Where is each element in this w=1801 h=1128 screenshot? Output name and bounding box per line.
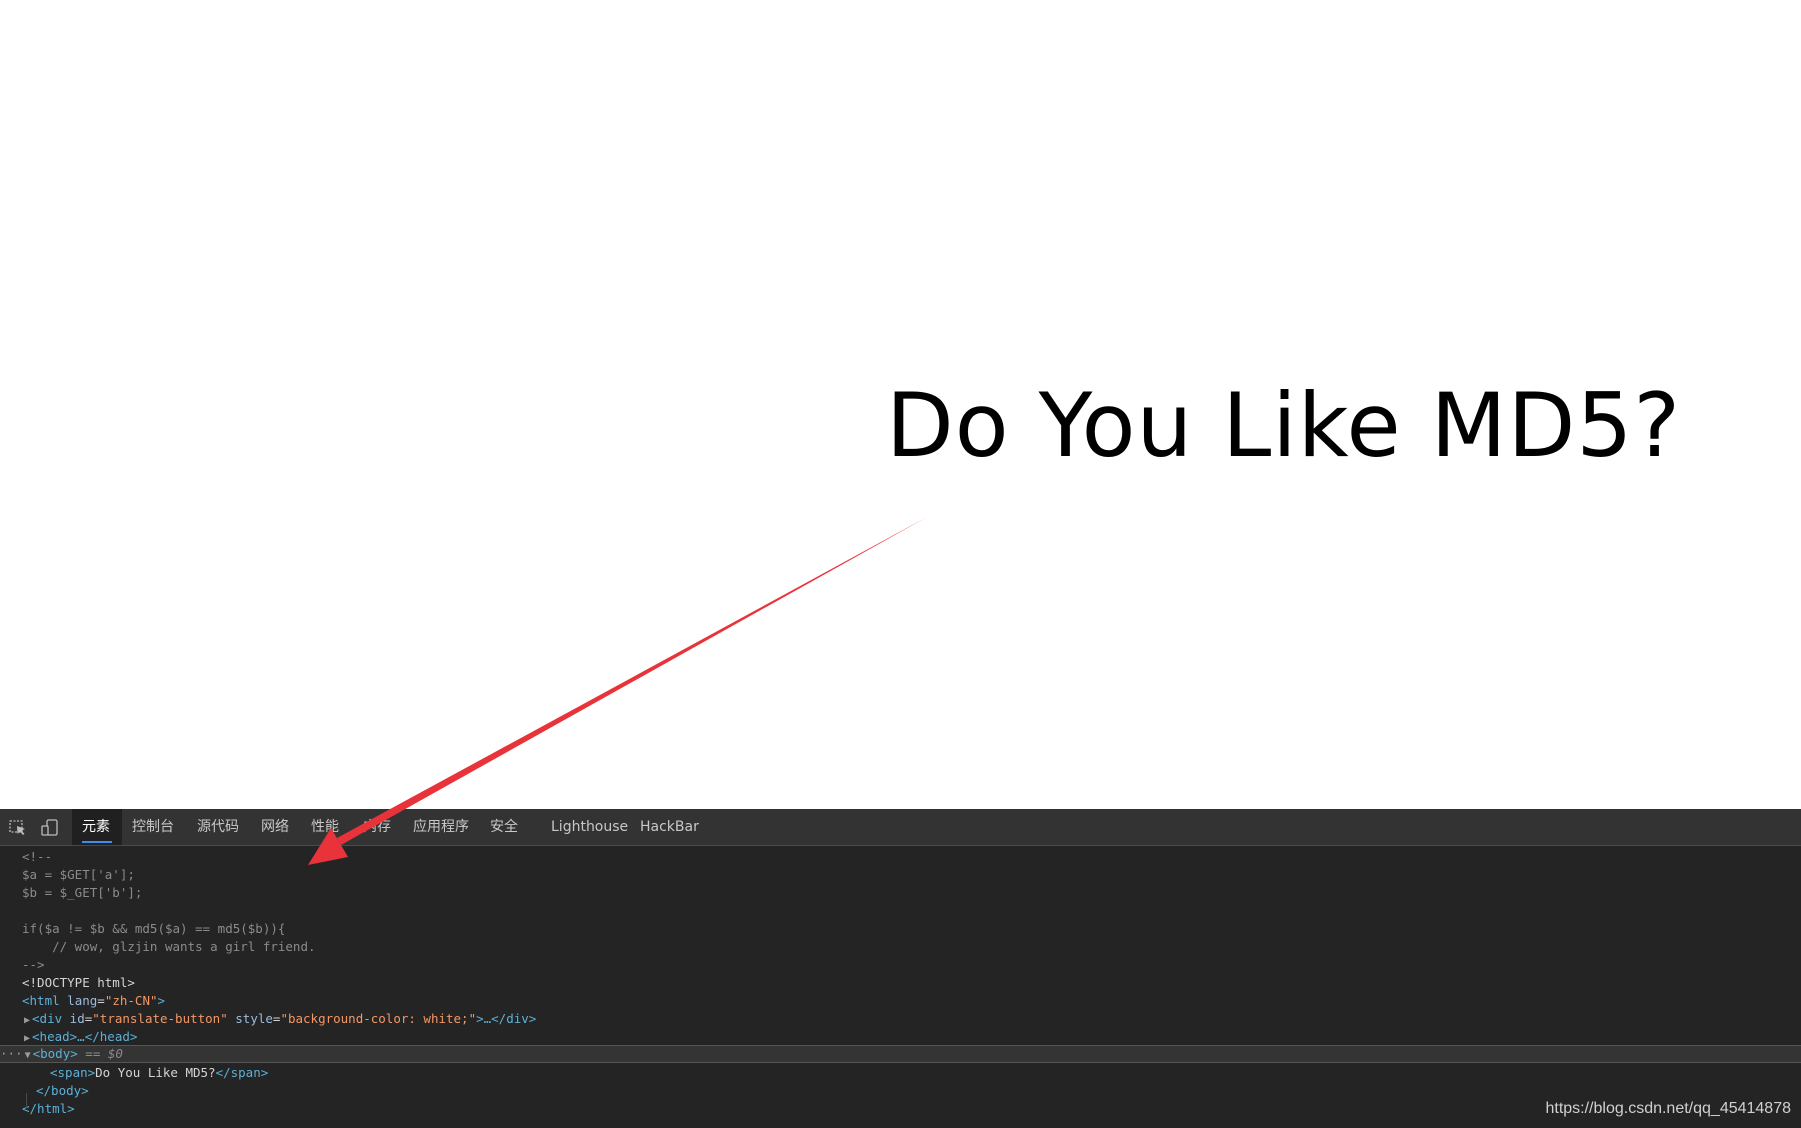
dom-line-head[interactable]: ▶ <head>…</head> [0, 1028, 1801, 1046]
dom-line-comment-wow[interactable]: // wow, glzjin wants a girl friend. [0, 938, 1801, 956]
dom-line-doctype[interactable]: <!DOCTYPE html> [0, 974, 1801, 992]
more-options-icon[interactable]: ··· [0, 1046, 23, 1061]
device-toolbar-icon[interactable] [40, 818, 60, 838]
dom-line-body-close[interactable]: </body> [0, 1082, 1801, 1100]
page-viewport: Do You Like MD5? [0, 0, 1801, 809]
page-headline: Do You Like MD5? [886, 374, 1682, 477]
elements-tree: <!-- $a = $GET['a']; $b = $_GET['b']; if… [0, 846, 1801, 1128]
tab-hackbar[interactable]: HackBar [630, 809, 709, 845]
tab-security[interactable]: 安全 [480, 809, 528, 845]
dom-line-get-a[interactable]: $a = $GET['a']; [0, 866, 1801, 884]
watermark-text: https://blog.csdn.net/qq_45414878 [1545, 1100, 1791, 1117]
dom-line-comment-open[interactable]: <!-- [0, 848, 1801, 866]
dom-line-if[interactable]: if($a != $b && md5($a) == md5($b)){ [0, 920, 1801, 938]
tab-application[interactable]: 应用程序 [403, 809, 479, 845]
tab-sources[interactable]: 源代码 [187, 809, 249, 845]
tab-memory[interactable]: 内存 [353, 809, 401, 845]
dom-line-div[interactable]: ▶ <div id="translate-button" style="backg… [0, 1010, 1801, 1028]
tab-console[interactable]: 控制台 [122, 809, 184, 845]
dom-line-html-close[interactable]: </html> [0, 1100, 1801, 1118]
tab-lighthouse[interactable]: Lighthouse [541, 809, 638, 845]
inspect-element-icon[interactable] [8, 818, 28, 838]
devtools-tabbar: 元素 控制台 源代码 网络 性能 内存 应用程序 安全 Lighthouse H… [0, 809, 1801, 846]
expand-triangle-icon[interactable]: ▶ [0, 1015, 30, 1026]
tab-elements[interactable]: 元素 [72, 809, 122, 845]
tab-network[interactable]: 网络 [251, 809, 299, 845]
tree-indent-guide [26, 1093, 27, 1108]
dom-line-span[interactable]: <span>Do You Like MD5?</span> [0, 1064, 1801, 1082]
devtools-panel: 元素 控制台 源代码 网络 性能 内存 应用程序 安全 Lighthouse H… [0, 809, 1801, 1128]
dom-line-comment-close[interactable]: --> [0, 956, 1801, 974]
dom-line-body-selected[interactable]: ··· ▼ <body> == $0 [0, 1045, 1801, 1063]
expand-triangle-icon[interactable]: ▶ [0, 1033, 30, 1044]
dom-line-html-open[interactable]: <html lang="zh-CN"> [0, 992, 1801, 1010]
tab-performance[interactable]: 性能 [301, 809, 349, 845]
collapse-triangle-icon[interactable]: ▼ [23, 1050, 31, 1061]
dom-line-get-b[interactable]: $b = $_GET['b']; [0, 884, 1801, 902]
